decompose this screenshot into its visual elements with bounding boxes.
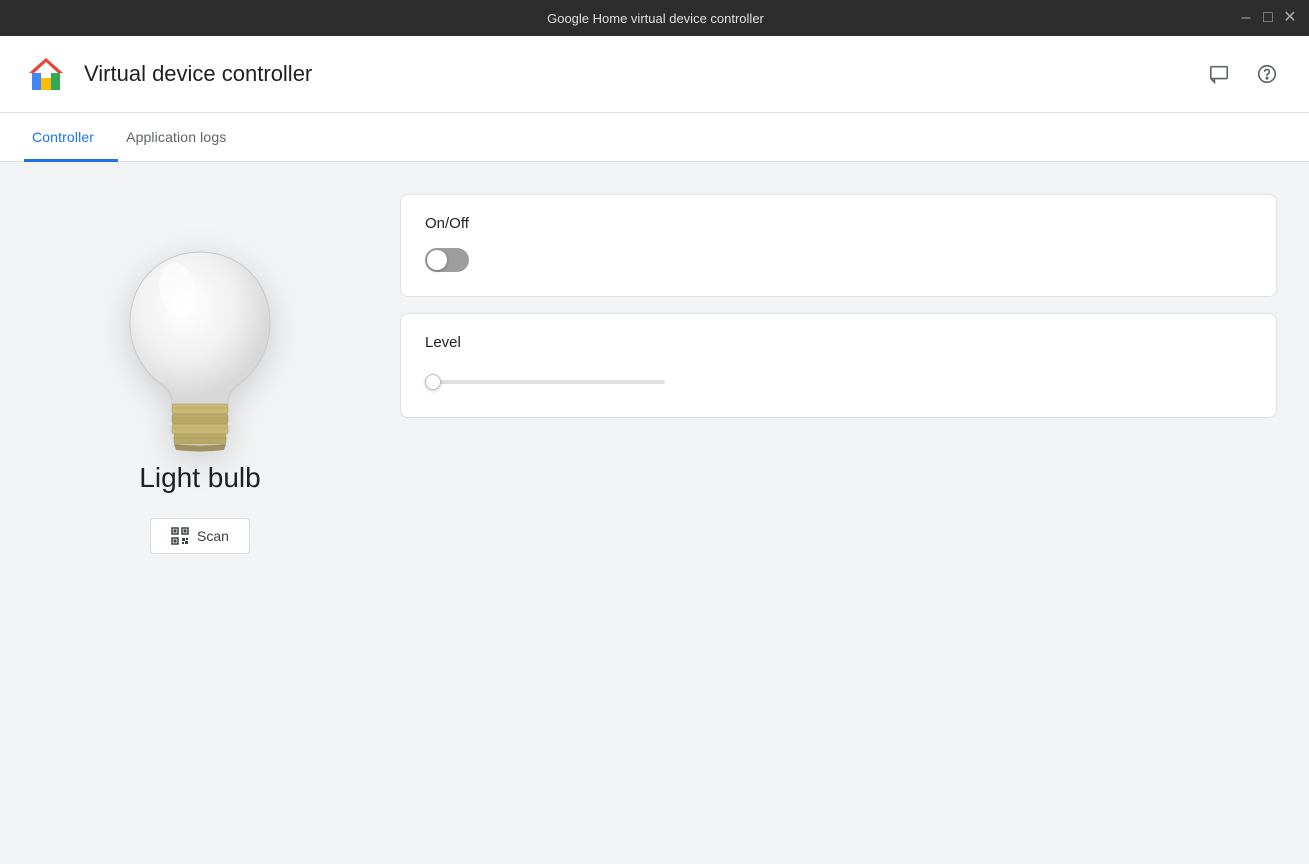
title-bar-controls: – □ ✕ [1239, 11, 1297, 25]
scan-button[interactable]: Scan [150, 518, 250, 554]
right-panel: On/Off Level [400, 162, 1309, 864]
level-card: Level [400, 313, 1277, 418]
title-bar-title: Google Home virtual device controller [72, 11, 1239, 26]
on-off-toggle[interactable] [425, 248, 469, 272]
main-content: Light bulb Scan [0, 162, 1309, 864]
help-button[interactable] [1249, 56, 1285, 92]
level-slider-container [425, 367, 1252, 393]
scan-button-label: Scan [197, 528, 229, 544]
tab-controller[interactable]: Controller [24, 113, 118, 162]
level-label: Level [425, 334, 1252, 351]
feedback-button[interactable] [1201, 56, 1237, 92]
help-icon [1256, 63, 1278, 85]
maximize-button[interactable]: □ [1261, 11, 1275, 25]
title-bar: Google Home virtual device controller – … [0, 0, 1309, 36]
qr-code-icon [171, 527, 189, 545]
on-off-label: On/Off [425, 215, 1252, 232]
toggle-thumb [427, 250, 447, 270]
device-image [90, 222, 310, 462]
left-panel: Light bulb Scan [0, 162, 400, 864]
on-off-card: On/Off [400, 194, 1277, 297]
tabs-container: Controller Application logs [0, 113, 1309, 162]
feedback-icon [1208, 63, 1230, 85]
tab-application-logs[interactable]: Application logs [118, 113, 250, 162]
app-header: Virtual device controller [0, 36, 1309, 113]
level-slider[interactable] [425, 380, 665, 384]
device-name: Light bulb [139, 462, 260, 494]
header-left: Virtual device controller [24, 52, 312, 96]
app-title: Virtual device controller [84, 61, 312, 87]
main-window: Virtual device controller Controller [0, 36, 1309, 864]
google-home-logo [24, 52, 68, 96]
minimize-button[interactable]: – [1239, 11, 1253, 25]
header-right [1201, 56, 1285, 92]
close-button[interactable]: ✕ [1283, 11, 1297, 25]
